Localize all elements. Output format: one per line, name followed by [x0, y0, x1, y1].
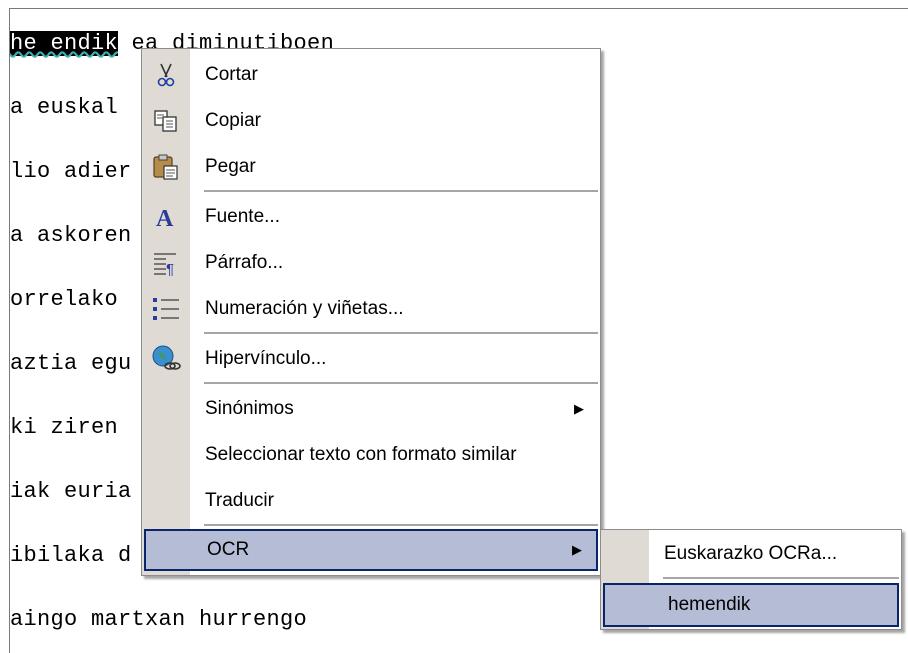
context-menu: Cortar Copiar Pegar A Fuente... ¶ Párraf… [141, 48, 601, 576]
doc-line-9[interactable]: ibilaka d [10, 543, 132, 569]
menu-item-numeracion[interactable]: Numeración y viñetas... [142, 289, 600, 329]
menu-item-copiar[interactable]: Copiar [142, 101, 600, 141]
menu-item-label: Seleccionar texto con formato similar [205, 444, 517, 465]
menu-item-label: Euskarazko OCRa... [664, 543, 838, 564]
menu-item-label: Pegar [205, 156, 256, 177]
submenu-arrow-icon: ▶ [572, 542, 582, 557]
menu-item-traducir[interactable]: Traducir [142, 481, 600, 521]
submenu-item-hemendik[interactable]: hemendik [603, 583, 899, 627]
menu-separator [204, 382, 598, 385]
menu-item-seleccionar-formato[interactable]: Seleccionar texto con formato similar [142, 435, 600, 475]
doc-line-text: aztia egu [10, 351, 132, 376]
scissors-icon [150, 60, 182, 90]
menu-separator [204, 190, 598, 193]
copy-icon [150, 106, 182, 136]
ocr-submenu: Euskarazko OCRa... hemendik [600, 529, 902, 630]
svg-text:¶: ¶ [166, 261, 174, 276]
doc-line-text: ibilaka d [10, 543, 132, 568]
doc-line-6[interactable]: aztia egu [10, 351, 132, 377]
submenu-arrow-icon: ▶ [574, 401, 584, 416]
menu-item-label: hemendik [668, 594, 751, 615]
selected-text[interactable]: he endik [10, 31, 119, 56]
font-icon: A [150, 202, 182, 232]
doc-line-2[interactable]: a euskal [10, 95, 118, 121]
submenu-item-euskarazko-ocra[interactable]: Euskarazko OCRa... [601, 534, 901, 574]
menu-item-label: Párrafo... [205, 252, 284, 273]
document-border-top [9, 8, 908, 9]
doc-line-text: a askoren [10, 223, 132, 248]
doc-line-7[interactable]: ki ziren [10, 415, 118, 441]
menu-separator [204, 332, 598, 335]
doc-line-8[interactable]: iak euria [10, 479, 132, 505]
doc-line-text: ki ziren [10, 415, 119, 440]
paste-icon [150, 152, 182, 182]
doc-line-10[interactable]: aingo martxan hurrengo [10, 607, 307, 633]
menu-item-label: OCR [207, 539, 250, 560]
svg-text:A: A [156, 206, 174, 230]
bullets-icon [150, 294, 182, 324]
doc-line-text: aingo martxan hurrengo [10, 607, 308, 632]
menu-item-label: Copiar [205, 110, 261, 131]
menu-item-ocr[interactable]: OCR ▶ [144, 529, 598, 571]
paragraph-icon: ¶ [150, 248, 182, 278]
menu-item-parrafo[interactable]: ¶ Párrafo... [142, 243, 600, 283]
doc-line-3[interactable]: lio adier [10, 159, 132, 185]
menu-item-label: Numeración y viñetas... [205, 298, 404, 319]
hyperlink-icon [150, 344, 182, 374]
menu-item-hipervinculo[interactable]: Hipervínculo... [142, 339, 600, 379]
menu-separator [663, 577, 899, 580]
doc-line-5[interactable]: orrelako [10, 287, 118, 313]
menu-item-label: Hipervínculo... [205, 348, 327, 369]
doc-line-text: iak euria [10, 479, 132, 504]
doc-line-4[interactable]: a askoren [10, 223, 132, 249]
menu-item-label: Traducir [205, 490, 274, 511]
menu-separator [204, 524, 598, 527]
menu-item-fuente[interactable]: A Fuente... [142, 197, 600, 237]
menu-item-label: Fuente... [205, 206, 280, 227]
menu-item-cortar[interactable]: Cortar [142, 55, 600, 95]
menu-item-label: Sinónimos [205, 398, 294, 419]
doc-line-text: lio adier [10, 159, 132, 184]
menu-item-pegar[interactable]: Pegar [142, 147, 600, 187]
doc-line-text: a euskal [10, 95, 119, 120]
doc-line-text: orrelako [10, 287, 119, 312]
menu-item-label: Cortar [205, 64, 258, 85]
menu-item-sinonimos[interactable]: Sinónimos ▶ [142, 389, 600, 429]
